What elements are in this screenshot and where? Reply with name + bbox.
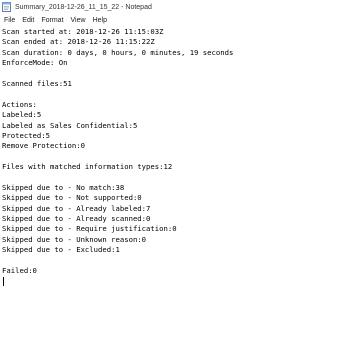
text-line: Scan ended at: 2018-12-26 11:15:22Z [2,37,155,47]
text-line: Actions: [2,99,37,109]
text-line [2,152,360,162]
menu-help[interactable]: Help [93,17,107,24]
window-title: Summary_2018-12-26_11_15_22 - Notepad [15,3,152,11]
notepad-icon [2,2,11,12]
notepad-window: Summary_2018-12-26_11_15_22 - Notepad Fi… [0,0,360,338]
menu-format[interactable]: Format [41,17,63,24]
text-line: Scan started at: 2018-12-26 11:15:03Z [2,27,164,36]
text-line: Skipped due to - No match:38 [2,182,125,192]
text-line: Scanned files:51 [2,78,72,88]
text-line [2,89,360,99]
text-line [2,172,360,182]
text-line: Labeled:5 [2,110,42,120]
text-line: Skipped due to - Excluded:1 [2,245,120,255]
text-line: Remove Protection:0 [2,141,85,151]
menu-file[interactable]: File [4,17,15,24]
title-bar[interactable]: Summary_2018-12-26_11_15_22 - Notepad [0,0,360,14]
text-caret [3,276,4,286]
text-line: Files with matched information types:12 [2,162,173,172]
text-editor[interactable]: Scan started at: 2018-12-26 11:15:03Z Sc… [0,27,360,338]
menu-bar: File Edit Format View Help [0,14,360,26]
text-line: Skipped due to - Already scanned:0 [2,214,151,224]
text-line [2,69,360,79]
text-line-cursor [2,276,360,286]
text-line: Failed:0 [2,265,37,275]
text-line: EnforceMode: On [2,58,68,68]
text-line: Skipped due to - Require justification:0 [2,224,177,234]
text-line: Protected:5 [2,130,51,140]
menu-view[interactable]: View [71,17,86,24]
text-line [2,256,360,266]
menu-edit[interactable]: Edit [22,17,34,24]
text-line: Labeled as Sales Confidential:5 [2,120,138,130]
text-line: Skipped due to - Already labeled:7 [2,203,151,213]
text-line: Skipped due to - Not supported:0 [2,193,142,203]
text-line: Scan duration: 0 days, 0 hours, 0 minute… [2,47,234,57]
text-line: Skipped due to - Unknown reason:0 [2,234,147,244]
